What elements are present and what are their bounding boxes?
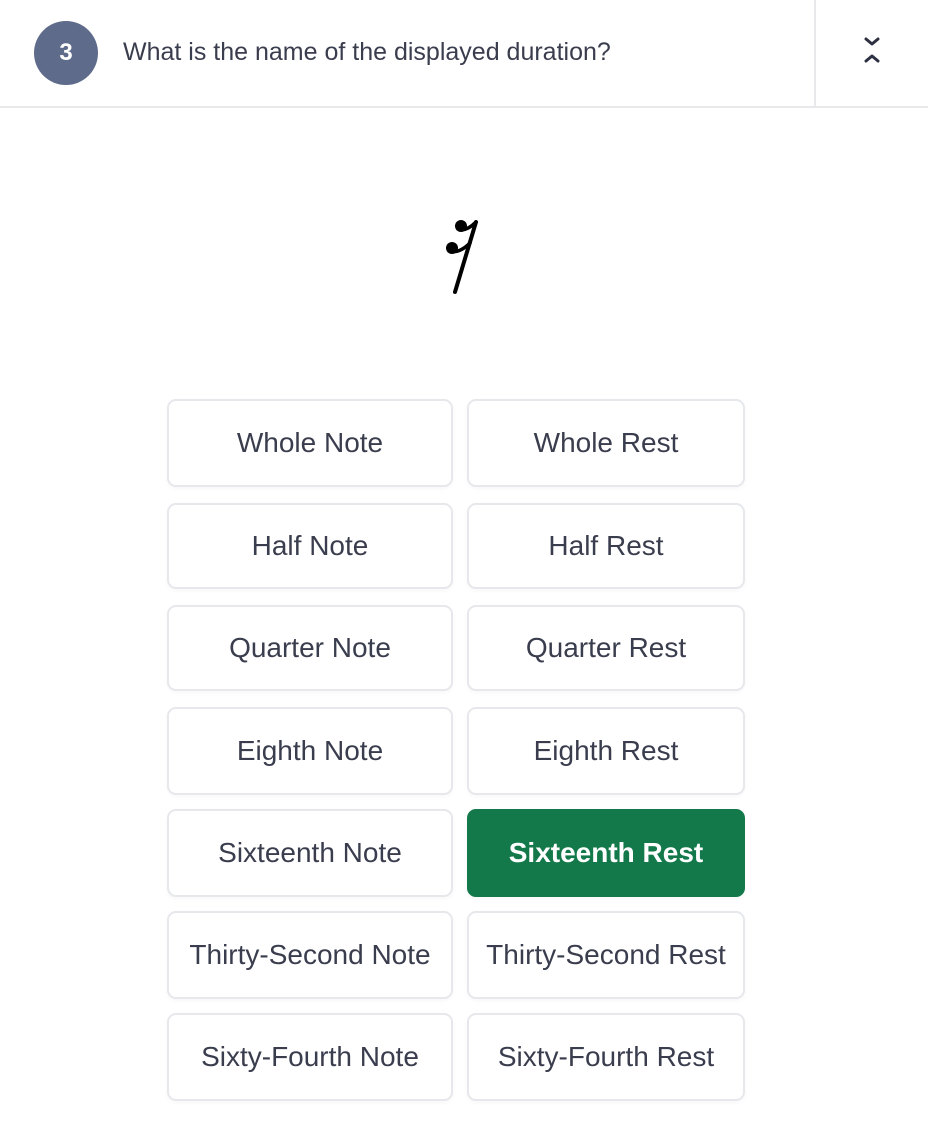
answer-eighth-rest[interactable]: Eighth Rest: [467, 707, 745, 795]
answer-quarter-note[interactable]: Quarter Note: [167, 605, 453, 691]
collapse-toggle-button[interactable]: [816, 0, 928, 106]
answer-eighth-note[interactable]: Eighth Note: [167, 707, 453, 795]
collapse-chevrons-icon: [864, 37, 880, 63]
answer-thirty-second-rest[interactable]: Thirty-Second Rest: [467, 911, 745, 999]
question-header: 3 What is the name of the displayed dura…: [0, 0, 928, 108]
sixteenth-rest-icon: [446, 220, 478, 294]
answer-sixty-fourth-rest[interactable]: Sixty-Fourth Rest: [467, 1013, 745, 1101]
duration-display: [0, 110, 928, 390]
question-text: What is the name of the displayed durati…: [123, 38, 611, 66]
answer-sixteenth-rest[interactable]: Sixteenth Rest: [467, 809, 745, 897]
answer-half-note[interactable]: Half Note: [167, 503, 453, 589]
answer-whole-rest[interactable]: Whole Rest: [467, 399, 745, 487]
answer-grid: Whole Note Whole Rest Half Note Half Res…: [167, 399, 745, 1101]
question-number-badge: 3: [34, 21, 98, 85]
answer-whole-note[interactable]: Whole Note: [167, 399, 453, 487]
answer-quarter-rest[interactable]: Quarter Rest: [467, 605, 745, 691]
answer-sixty-fourth-note[interactable]: Sixty-Fourth Note: [167, 1013, 453, 1101]
answer-half-rest[interactable]: Half Rest: [467, 503, 745, 589]
answer-sixteenth-note[interactable]: Sixteenth Note: [167, 809, 453, 897]
answer-thirty-second-note[interactable]: Thirty-Second Note: [167, 911, 453, 999]
